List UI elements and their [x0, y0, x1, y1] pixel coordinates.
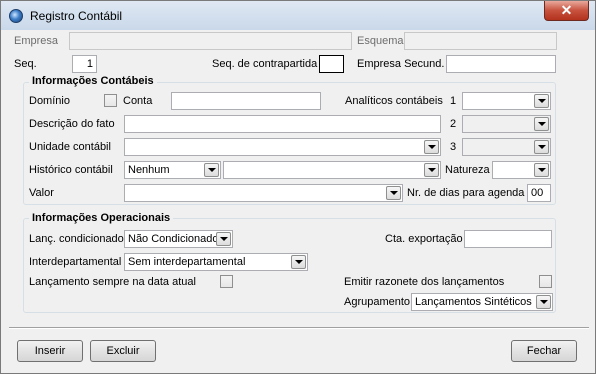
lanc-data-label: Lançamento sempre na data atual — [29, 276, 196, 288]
chevron-down-icon[interactable] — [204, 163, 219, 177]
inserir-button[interactable]: Inserir — [17, 340, 83, 362]
esquema-label: Esquema — [357, 35, 404, 47]
historico-select[interactable]: Nenhum — [124, 161, 221, 179]
dialog-window: Registro Contábil ✕ Empresa Esquema Seq.… — [0, 0, 596, 374]
interdep-select[interactable]: Sem interdepartamental — [124, 253, 308, 271]
chevron-down-icon[interactable] — [291, 255, 306, 269]
unidade-label: Unidade contábil — [29, 141, 111, 153]
emitir-label: Emitir razonete dos lançamentos — [344, 276, 505, 288]
dominio-label: Domínio — [29, 95, 70, 107]
chevron-down-icon[interactable] — [386, 186, 401, 200]
chevron-down-icon[interactable] — [424, 163, 439, 177]
analitico-1-number: 1 — [450, 95, 457, 107]
seq-label: Seq. — [14, 58, 37, 70]
conta-field[interactable] — [171, 92, 321, 110]
analitico-3-number: 3 — [450, 141, 457, 153]
historico-select-value: Nenhum — [128, 164, 170, 176]
cta-export-field[interactable] — [464, 230, 552, 248]
fechar-button[interactable]: Fechar — [511, 340, 577, 362]
lanc-cond-label: Lanç. condicionado — [29, 233, 124, 245]
contabeis-group-title: Informações Contábeis — [29, 75, 157, 87]
empresa-secund-label: Empresa Secund. — [357, 58, 445, 70]
valor-select[interactable] — [124, 184, 403, 202]
esquema-field[interactable] — [404, 32, 557, 50]
dialog-body: Empresa Esquema Seq. 1 Seq. de contrapar… — [9, 30, 589, 367]
lanc-cond-select-value: Não Condicionado — [128, 233, 219, 245]
window-title: Registro Contábil — [30, 9, 123, 23]
close-button[interactable]: ✕ — [544, 1, 589, 21]
chevron-down-icon[interactable] — [216, 232, 231, 246]
lanc-data-checkbox[interactable] — [220, 275, 233, 288]
emitir-checkbox[interactable] — [539, 275, 552, 288]
cta-export-label: Cta. exportação — [385, 233, 463, 245]
analitico-2-number: 2 — [450, 118, 457, 130]
conta-label: Conta — [123, 95, 153, 107]
interdep-label: Interdepartamental — [29, 256, 122, 268]
excluir-button[interactable]: Excluir — [90, 340, 156, 362]
descricao-label: Descrição do fato — [29, 118, 115, 130]
empresa-secund-field[interactable] — [446, 55, 556, 73]
chevron-down-icon[interactable] — [534, 94, 549, 108]
seq-contrapartida-field[interactable] — [319, 55, 344, 73]
natureza-select[interactable] — [492, 161, 551, 179]
nr-dias-label: Nr. de dias para agenda — [407, 187, 525, 199]
chevron-down-icon[interactable] — [534, 140, 549, 154]
chevron-down-icon[interactable] — [534, 163, 549, 177]
descricao-field[interactable] — [124, 115, 441, 133]
dominio-checkbox[interactable] — [104, 94, 117, 107]
operacionais-group-title: Informações Operacionais — [29, 212, 174, 224]
separator — [9, 327, 589, 329]
title-bar[interactable]: Registro Contábil ✕ — [1, 1, 595, 30]
historico-text-select[interactable] — [223, 161, 441, 179]
valor-label: Valor — [29, 187, 54, 199]
agrupamento-select-value: Lançamentos Sintéticos — [415, 296, 532, 308]
agrupamento-label: Agrupamento — [344, 296, 411, 308]
analitico-1-select[interactable] — [462, 92, 551, 110]
natureza-label: Natureza — [445, 164, 490, 176]
analiticos-label: Analíticos contábeis — [345, 95, 443, 107]
interdep-select-value: Sem interdepartamental — [128, 256, 246, 268]
empresa-field[interactable] — [69, 32, 352, 50]
nr-dias-field[interactable]: 00 — [527, 184, 551, 202]
analitico-2-select[interactable] — [462, 115, 551, 133]
chevron-down-icon[interactable] — [534, 117, 549, 131]
app-icon — [9, 9, 23, 23]
agrupamento-select[interactable]: Lançamentos Sintéticos — [411, 293, 553, 311]
chevron-down-icon[interactable] — [536, 295, 551, 309]
empresa-label: Empresa — [14, 35, 59, 47]
chevron-down-icon[interactable] — [424, 140, 439, 154]
analitico-3-select[interactable] — [462, 138, 551, 156]
seq-contrapartida-label: Seq. de contrapartida — [212, 58, 318, 70]
seq-field[interactable]: 1 — [72, 55, 97, 73]
lanc-cond-select[interactable]: Não Condicionado — [124, 230, 233, 248]
historico-label: Histórico contábil — [29, 164, 113, 176]
unidade-select[interactable] — [124, 138, 441, 156]
